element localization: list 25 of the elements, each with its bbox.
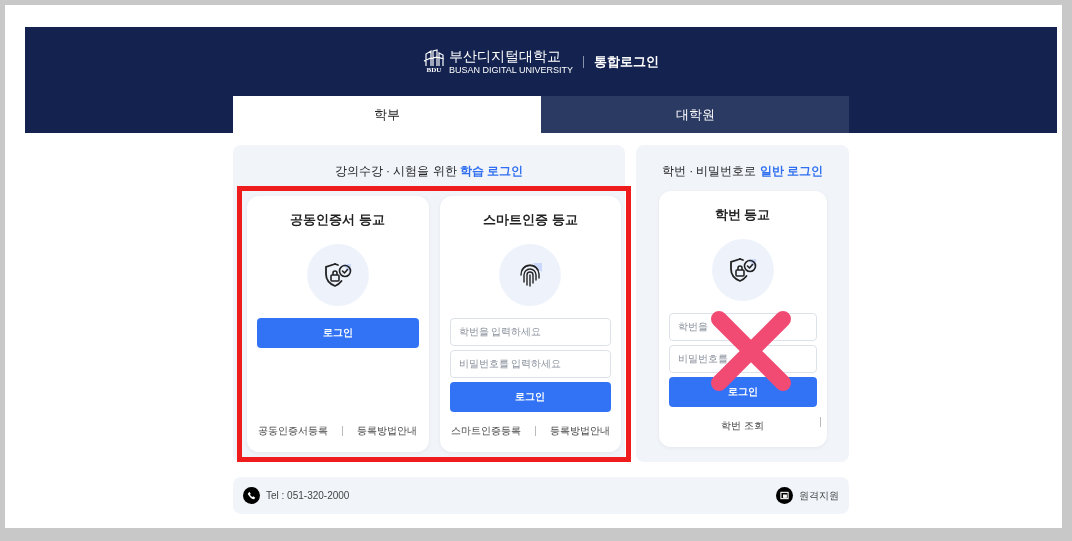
shield-lock-icon: [322, 260, 353, 289]
phone-number: Tel : 051-320-2000: [266, 489, 350, 503]
remote-support-link[interactable]: 원격지원: [799, 488, 839, 503]
card-link[interactable]: 등록방법안내: [357, 423, 418, 438]
panel-heading: 학번 · 비밀번호로 일반 로그인: [661, 163, 824, 180]
login-button[interactable]: 로그인: [449, 381, 611, 412]
panel-heading: 강의수강 · 시험을 위한 학습 로그인: [334, 163, 524, 180]
card-link[interactable]: 학번 조회: [721, 418, 764, 433]
shield-lock-icon: [727, 255, 758, 284]
input-field[interactable]: 비밀번호를 입력하세요: [449, 349, 611, 378]
tab[interactable]: 학부: [233, 96, 541, 133]
card-title: 학번 등교: [714, 206, 771, 224]
screen-icon: [776, 487, 793, 504]
page-title: 통합로그인: [594, 52, 659, 71]
card-link[interactable]: 공동인증서등록: [258, 423, 329, 438]
card-title: 공동인증서 등교: [290, 211, 386, 229]
card-link[interactable]: 등록방법안내: [549, 423, 610, 438]
university-subtitle: BUSAN DIGITAL UNIVERSITY: [449, 65, 573, 75]
tab[interactable]: 대학원: [541, 96, 849, 133]
university-name: 부산디지털대학교: [449, 48, 562, 66]
phone-icon: [243, 487, 260, 504]
card-link[interactable]: 스마트인증등록: [450, 423, 521, 438]
card-title: 스마트인증 등교: [482, 211, 578, 229]
input-field[interactable]: 학번을 입력하세요: [449, 317, 611, 346]
login-button[interactable]: 로그인: [257, 317, 419, 348]
